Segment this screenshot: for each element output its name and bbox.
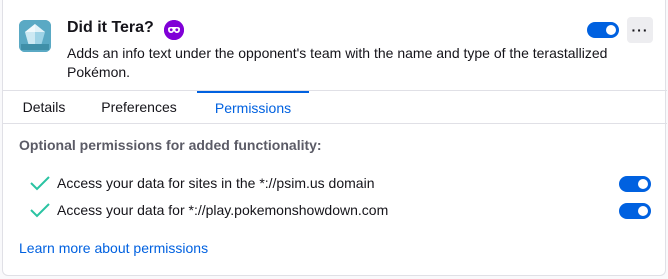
toggle-knob xyxy=(606,25,616,35)
addon-description: Adds an info text under the opponent's t… xyxy=(67,45,608,80)
addon-enable-toggle[interactable] xyxy=(587,22,619,38)
checkmark-icon xyxy=(30,203,50,218)
permission-row-showdown: Access your data for *://play.pokemonsho… xyxy=(3,200,667,222)
toggle-knob xyxy=(638,206,648,216)
permission-label: Access your data for sites in the *://ps… xyxy=(57,175,375,191)
addon-card: Did it Tera? Adds an info text under the… xyxy=(2,0,667,276)
private-browsing-icon xyxy=(164,20,184,40)
permission-label: Access your data for *://play.pokemonsho… xyxy=(57,202,389,218)
learn-more-link[interactable]: Learn more about permissions xyxy=(19,240,208,256)
permission-row-psim: Access your data for sites in the *://ps… xyxy=(3,173,667,195)
permissions-heading: Optional permissions for added functiona… xyxy=(19,137,322,153)
addon-name: Did it Tera? xyxy=(67,19,154,36)
tab-details[interactable]: Details xyxy=(19,91,69,124)
checkmark-icon xyxy=(30,176,50,191)
permission-toggle-showdown[interactable] xyxy=(619,203,651,219)
more-options-icon: ··· xyxy=(631,22,649,38)
toggle-knob xyxy=(638,179,648,189)
permission-toggle-psim[interactable] xyxy=(619,176,651,192)
more-options-button[interactable]: ··· xyxy=(627,17,653,43)
tab-preferences[interactable]: Preferences xyxy=(97,91,181,124)
addon-logo-icon xyxy=(19,20,51,52)
tab-permissions[interactable]: Permissions xyxy=(197,91,309,124)
tab-bar: Details Preferences Permissions xyxy=(3,90,667,124)
